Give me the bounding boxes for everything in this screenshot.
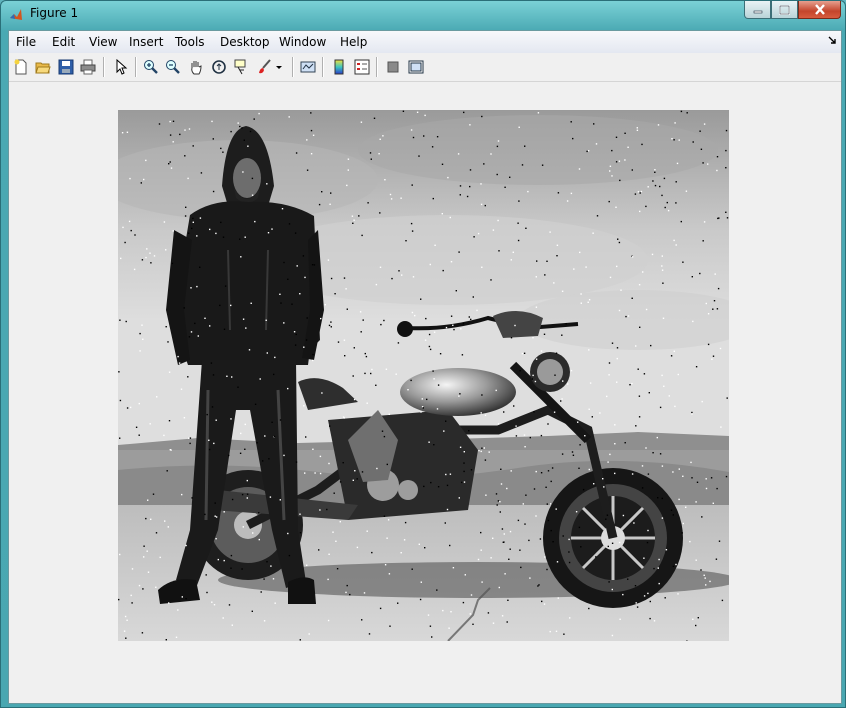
zoom-in-icon[interactable]	[142, 58, 160, 76]
toolbar-separator	[376, 57, 378, 77]
close-button[interactable]	[798, 1, 841, 19]
dock-arrow-icon[interactable]	[828, 36, 837, 48]
arrow-pointer-icon[interactable]	[112, 58, 130, 76]
menu-tools[interactable]: Tools	[175, 35, 205, 49]
menu-edit[interactable]: Edit	[52, 35, 75, 49]
toolbar-separator	[292, 57, 294, 77]
menu-insert[interactable]: Insert	[129, 35, 163, 49]
colorbar-icon[interactable]	[330, 58, 348, 76]
pan-hand-icon[interactable]	[187, 58, 205, 76]
maximize-button[interactable]	[771, 1, 798, 19]
menu-bar: File Edit View Insert Tools Desktop Wind…	[9, 31, 841, 53]
hide-plot-tools-icon[interactable]	[384, 58, 402, 76]
window-title: Figure 1	[30, 6, 79, 20]
menu-file[interactable]: File	[16, 35, 36, 49]
link-plot-icon[interactable]	[299, 58, 317, 76]
menu-view[interactable]: View	[89, 35, 117, 49]
toolbar-separator	[322, 57, 324, 77]
new-figure-icon[interactable]	[12, 58, 30, 76]
figure-window: Figure 1 File Edit View Insert Tools Des…	[0, 0, 846, 708]
title-bar[interactable]: Figure 1	[1, 1, 845, 29]
image-axes[interactable]	[118, 110, 729, 641]
open-file-icon[interactable]	[34, 58, 52, 76]
toolbar-separator	[135, 57, 137, 77]
menu-window[interactable]: Window	[279, 35, 326, 49]
legend-icon[interactable]	[353, 58, 371, 76]
menu-desktop[interactable]: Desktop	[220, 35, 270, 49]
matlab-logo-icon	[9, 7, 23, 21]
minimize-button[interactable]	[744, 1, 771, 19]
print-icon[interactable]	[79, 58, 97, 76]
show-plot-tools-icon[interactable]	[407, 58, 425, 76]
figure-toolbar	[9, 53, 841, 82]
rotate-3d-icon[interactable]	[210, 58, 228, 76]
toolbar-separator	[103, 57, 105, 77]
zoom-out-icon[interactable]	[164, 58, 182, 76]
dropdown-arrow-icon[interactable]	[274, 58, 284, 76]
salt-pepper-noise	[118, 110, 729, 641]
data-cursor-icon[interactable]	[233, 58, 251, 76]
save-icon[interactable]	[57, 58, 75, 76]
menu-help[interactable]: Help	[340, 35, 367, 49]
figure-client-area: File Edit View Insert Tools Desktop Wind…	[8, 30, 842, 704]
brush-icon[interactable]	[256, 58, 274, 76]
